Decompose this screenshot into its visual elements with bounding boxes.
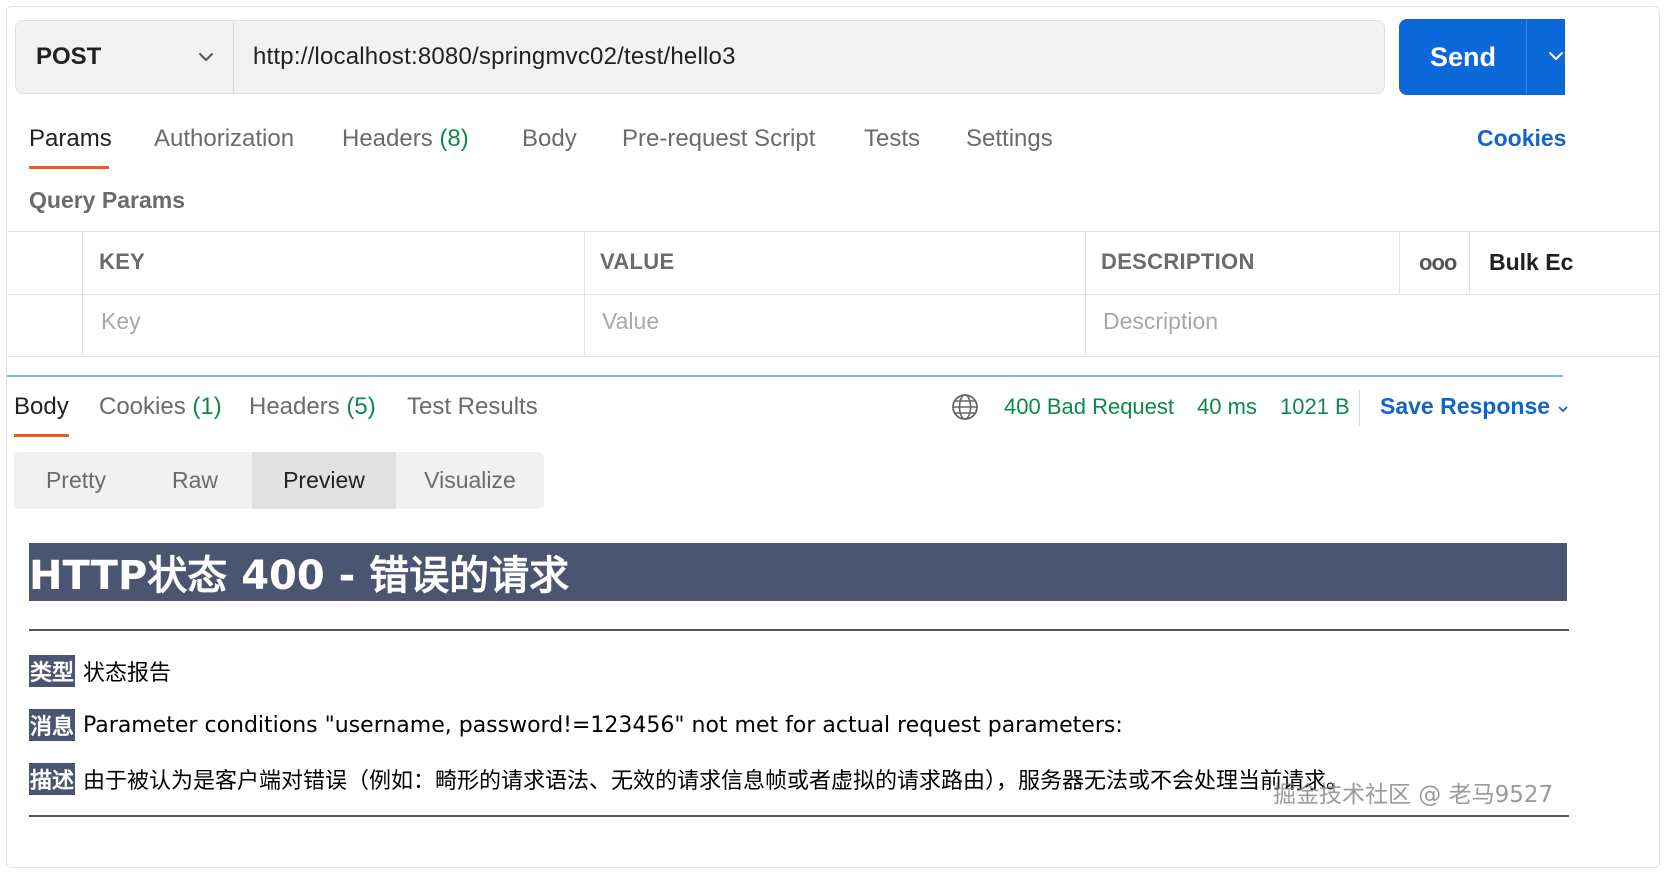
method-label: POST <box>36 43 102 70</box>
tab-settings[interactable]: Settings <box>966 125 1053 153</box>
error-heading: HTTP状态 400 - 错误的请求 <box>29 543 1567 601</box>
globe-icon[interactable] <box>951 393 979 421</box>
cookies-link[interactable]: Cookies <box>1477 125 1566 152</box>
horizontal-rule <box>29 629 1569 631</box>
response-tab-body[interactable]: Body <box>14 393 69 421</box>
description-line: 描述 由于被认为是客户端对错误（例如：畸形的请求语法、无效的请求信息帧或者虚拟的… <box>29 763 1348 795</box>
value-input[interactable]: Value <box>602 308 659 335</box>
description-input[interactable]: Description <box>1103 308 1218 335</box>
query-params-title: Query Params <box>29 187 185 213</box>
headers-count-badge: (8) <box>439 125 469 152</box>
url-text: http://localhost:8080/springmvc02/test/h… <box>253 43 736 70</box>
response-headers-count-badge: (5) <box>346 393 376 420</box>
tab-tests[interactable]: Tests <box>864 125 920 153</box>
table-col-divider <box>1399 232 1400 294</box>
postman-window: POST http://localhost:8080/springmvc02/t… <box>6 6 1660 868</box>
response-time[interactable]: 40 ms <box>1197 394 1257 420</box>
description-label: 描述 <box>29 763 76 795</box>
message-label: 消息 <box>29 709 76 741</box>
message-line: 消息 Parameter conditions "username, passw… <box>29 709 1123 741</box>
bulk-edit-button[interactable]: Bulk Ec <box>1489 249 1573 276</box>
more-options-icon[interactable]: ooo <box>1419 250 1457 276</box>
table-row-divider <box>7 294 1659 295</box>
view-mode-selector: Pretty Raw Preview Visualize <box>14 452 544 509</box>
type-value: 状态报告 <box>83 661 172 686</box>
tab-settings-label: Settings <box>966 125 1053 152</box>
tab-body[interactable]: Body <box>522 125 577 153</box>
send-options-chevron-icon[interactable] <box>1545 45 1567 67</box>
send-split-divider <box>1526 19 1527 95</box>
response-tab-cookies[interactable]: Cookies (1) <box>99 393 222 421</box>
description-value: 由于被认为是客户端对错误（例如：畸形的请求语法、无效的请求信息帧或者虚拟的请求路… <box>83 769 1349 794</box>
tab-tests-label: Tests <box>864 125 921 152</box>
response-size[interactable]: 1021 B <box>1280 394 1350 420</box>
table-col-divider <box>82 232 83 356</box>
active-tab-indicator <box>29 166 109 169</box>
table-col-divider <box>584 232 585 356</box>
meta-divider <box>1359 390 1360 426</box>
response-tab-headers[interactable]: Headers (5) <box>249 393 376 421</box>
url-input[interactable]: http://localhost:8080/springmvc02/test/h… <box>233 20 1385 94</box>
column-header-description: DESCRIPTION <box>1101 249 1255 274</box>
tab-body-label: Body <box>522 125 577 152</box>
cookies-count-badge: (1) <box>192 393 222 420</box>
watermark: 掘金技术社区 @ 老马9527 <box>1273 782 1554 808</box>
tab-params-label: Params <box>29 125 112 152</box>
view-mode-visualize[interactable]: Visualize <box>396 452 544 509</box>
query-params-table: KEY VALUE DESCRIPTION ooo Bulk Ec Key Va… <box>7 231 1659 357</box>
tab-params[interactable]: Params <box>29 125 112 153</box>
chevron-down-icon[interactable] <box>1557 403 1569 415</box>
save-response-button[interactable]: Save Response <box>1380 393 1550 420</box>
method-select[interactable]: POST <box>15 20 233 94</box>
send-button[interactable]: Send <box>1399 19 1565 95</box>
response-tab-test-results-label: Test Results <box>407 393 538 420</box>
tab-headers[interactable]: Headers (8) <box>342 125 469 153</box>
pane-resize-divider[interactable] <box>7 375 1563 377</box>
table-col-divider <box>1469 232 1470 294</box>
response-active-tab-indicator <box>14 434 69 437</box>
table-col-divider <box>1085 232 1086 356</box>
status-code[interactable]: 400 Bad Request <box>1004 394 1174 420</box>
type-line: 类型 状态报告 <box>29 655 171 687</box>
send-label: Send <box>1430 41 1497 72</box>
tab-authorization[interactable]: Authorization <box>154 125 294 153</box>
key-input[interactable]: Key <box>101 308 141 335</box>
response-tab-body-label: Body <box>14 393 69 420</box>
tab-prerequest-script[interactable]: Pre-request Script <box>622 125 815 153</box>
response-tab-test-results[interactable]: Test Results <box>407 393 538 421</box>
tab-headers-label: Headers <box>342 125 433 152</box>
view-mode-preview[interactable]: Preview <box>252 452 396 509</box>
view-mode-raw[interactable]: Raw <box>138 452 252 509</box>
response-tab-headers-label: Headers <box>249 393 340 420</box>
chevron-down-icon <box>199 53 213 61</box>
column-header-value: VALUE <box>600 249 675 274</box>
view-mode-pretty[interactable]: Pretty <box>14 452 138 509</box>
response-tab-cookies-label: Cookies <box>99 393 186 420</box>
tab-prerequest-label: Pre-request Script <box>622 125 816 152</box>
type-label: 类型 <box>29 655 76 687</box>
message-value: Parameter conditions "username, password… <box>83 712 1123 738</box>
tab-authorization-label: Authorization <box>154 125 295 152</box>
horizontal-rule <box>29 815 1569 817</box>
column-header-key: KEY <box>99 249 146 274</box>
